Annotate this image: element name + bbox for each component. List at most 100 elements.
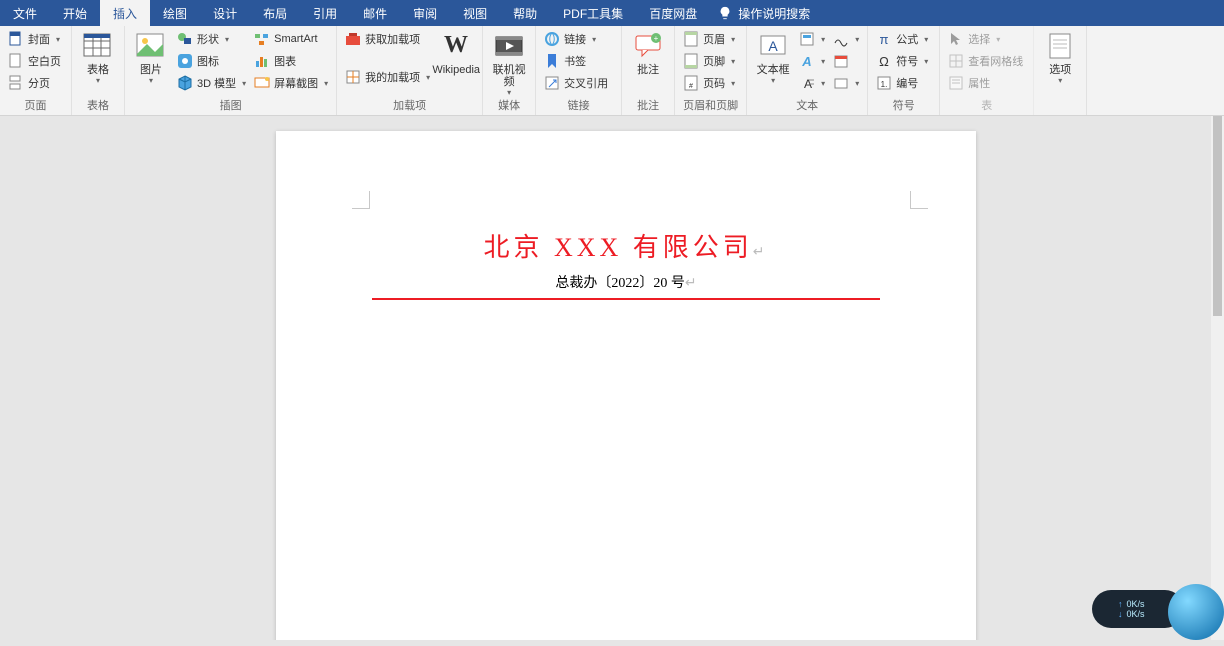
paragraph-mark-icon: ↵ xyxy=(685,276,697,291)
crossref-button[interactable]: 交叉引用 xyxy=(540,72,612,94)
number-icon: 1. xyxy=(876,75,892,91)
tab-layout[interactable]: 布局 xyxy=(250,0,300,26)
smartart-label: SmartArt xyxy=(274,33,317,45)
svg-text:Ω: Ω xyxy=(879,54,889,69)
online-video-button[interactable]: 联机视频 ▾ xyxy=(487,28,531,97)
tab-design[interactable]: 设计 xyxy=(200,0,250,26)
group-media-label: 媒体 xyxy=(487,97,531,115)
blank-page-button[interactable]: 空白页 xyxy=(4,50,65,72)
document-title-text: 北京 XXX 有限公司 xyxy=(483,233,752,262)
table-props-button: 属性 xyxy=(944,72,1027,94)
shapes-button[interactable]: 形状▾ xyxy=(173,28,250,50)
tab-view[interactable]: 视图 xyxy=(450,0,500,26)
icons-button[interactable]: 图标 xyxy=(173,50,250,72)
tab-home[interactable]: 开始 xyxy=(50,0,100,26)
datetime-button[interactable] xyxy=(829,50,863,72)
tab-help[interactable]: 帮助 xyxy=(500,0,550,26)
vertical-scrollbar[interactable] xyxy=(1211,116,1224,640)
group-addins-label: 加载项 xyxy=(341,97,478,115)
equation-button[interactable]: π 公式▾ xyxy=(872,28,932,50)
group-options: 选项 ▾ xyxy=(1034,26,1087,115)
tell-me-label: 操作说明搜索 xyxy=(738,5,810,22)
group-tables: 表格 ▾ 表格 xyxy=(72,26,125,115)
pagenum-icon: # xyxy=(683,75,699,91)
blank-page-icon xyxy=(8,53,24,69)
tab-references[interactable]: 引用 xyxy=(300,0,350,26)
table-button[interactable]: 表格 ▾ xyxy=(76,28,120,85)
picture-button[interactable]: 图片 ▾ xyxy=(129,28,173,85)
group-symbols: π 公式▾ Ω 符号▾ 1. 编号 符号 xyxy=(868,26,940,115)
group-headerfooter-label: 页眉和页脚 xyxy=(679,97,742,115)
document-subtitle: 总裁办〔2022〕20 号↵ xyxy=(276,272,976,292)
footer-label: 页脚 xyxy=(703,53,725,69)
header-button[interactable]: 页眉▾ xyxy=(679,28,739,50)
group-page: 封面▾ 空白页 分页 页面 xyxy=(0,26,72,115)
smartart-icon xyxy=(254,31,270,47)
tab-baidu[interactable]: 百度网盘 xyxy=(636,0,710,26)
tab-mailings[interactable]: 邮件 xyxy=(350,0,400,26)
video-icon xyxy=(493,30,525,62)
signature-button[interactable]: ▾ xyxy=(829,28,863,50)
tab-review[interactable]: 审阅 xyxy=(400,0,450,26)
scrollbar-thumb[interactable] xyxy=(1213,116,1222,316)
bookmark-icon xyxy=(544,53,560,69)
crossref-label: 交叉引用 xyxy=(564,75,608,91)
header-label: 页眉 xyxy=(703,31,725,47)
number-label: 编号 xyxy=(896,75,918,91)
get-addins-button[interactable]: 获取加载项 xyxy=(341,28,434,50)
svg-text:#: # xyxy=(689,83,693,90)
tell-me-search[interactable]: 操作说明搜索 xyxy=(718,0,810,26)
quickparts-icon xyxy=(799,31,815,47)
link-button[interactable]: 链接▾ xyxy=(540,28,612,50)
pagenum-button[interactable]: # 页码▾ xyxy=(679,72,739,94)
wordart-button[interactable]: A▾ xyxy=(795,50,829,72)
wordart-icon: A xyxy=(799,53,815,69)
tab-draw[interactable]: 绘图 xyxy=(150,0,200,26)
quickparts-button[interactable]: ▾ xyxy=(795,28,829,50)
chart-label: 图表 xyxy=(274,53,296,69)
screenshot-button[interactable]: 屏幕截图▾ xyxy=(250,72,332,94)
group-comments: + 批注 批注 xyxy=(622,26,675,115)
assistant-orb[interactable] xyxy=(1168,584,1224,640)
chart-icon xyxy=(254,53,270,69)
chart-button[interactable]: 图表 xyxy=(250,50,332,72)
page-break-button[interactable]: 分页 xyxy=(4,72,65,94)
footer-button[interactable]: 页脚▾ xyxy=(679,50,739,72)
options-button[interactable]: 选项 ▾ xyxy=(1038,28,1082,85)
bookmark-button[interactable]: 书签 xyxy=(540,50,612,72)
comment-button[interactable]: + 批注 xyxy=(626,28,670,76)
smartart-button[interactable]: SmartArt xyxy=(250,28,332,50)
shapes-icon xyxy=(177,31,193,47)
page-break-label: 分页 xyxy=(28,75,50,91)
footer-icon xyxy=(683,53,699,69)
page[interactable]: 北京 XXX 有限公司 ↵ 总裁办〔2022〕20 号↵ xyxy=(276,131,976,640)
dropcap-button[interactable]: A▾ xyxy=(795,72,829,94)
symbol-button[interactable]: Ω 符号▾ xyxy=(872,50,932,72)
my-addins-button[interactable]: 我的加载项▾ xyxy=(341,66,434,88)
group-page-label: 页面 xyxy=(4,97,67,115)
document-subtitle-text: 总裁办〔2022〕20 号 xyxy=(555,276,685,291)
margin-corner-tl xyxy=(352,191,370,209)
cover-page-label: 封面 xyxy=(28,31,50,47)
group-text-label: 文本 xyxy=(751,97,863,115)
tab-file[interactable]: 文件 xyxy=(0,0,50,26)
number-button[interactable]: 1. 编号 xyxy=(872,72,932,94)
tab-insert[interactable]: 插入 xyxy=(100,0,150,26)
table-label: 表格 xyxy=(87,64,109,76)
header-icon xyxy=(683,31,699,47)
table-select-button: 选择▾ xyxy=(944,28,1027,50)
shapes-label: 形状 xyxy=(197,31,219,47)
3d-model-button[interactable]: 3D 模型▾ xyxy=(173,72,250,94)
wikipedia-icon: W xyxy=(440,30,472,62)
crossref-icon xyxy=(544,75,560,91)
group-tables-label: 表格 xyxy=(76,97,120,115)
tab-pdf[interactable]: PDF工具集 xyxy=(550,0,636,26)
cube-icon xyxy=(177,75,193,91)
svg-text:A: A xyxy=(801,54,811,69)
cover-page-button[interactable]: 封面▾ xyxy=(4,28,65,50)
wikipedia-button[interactable]: W Wikipedia xyxy=(434,28,478,76)
object-button[interactable]: ▾ xyxy=(829,72,863,94)
view-gridlines-button: 查看网格线 xyxy=(944,50,1027,72)
document-area[interactable]: 北京 XXX 有限公司 ↵ 总裁办〔2022〕20 号↵ xyxy=(0,116,1211,640)
textbox-button[interactable]: A 文本框 ▾ xyxy=(751,28,795,85)
